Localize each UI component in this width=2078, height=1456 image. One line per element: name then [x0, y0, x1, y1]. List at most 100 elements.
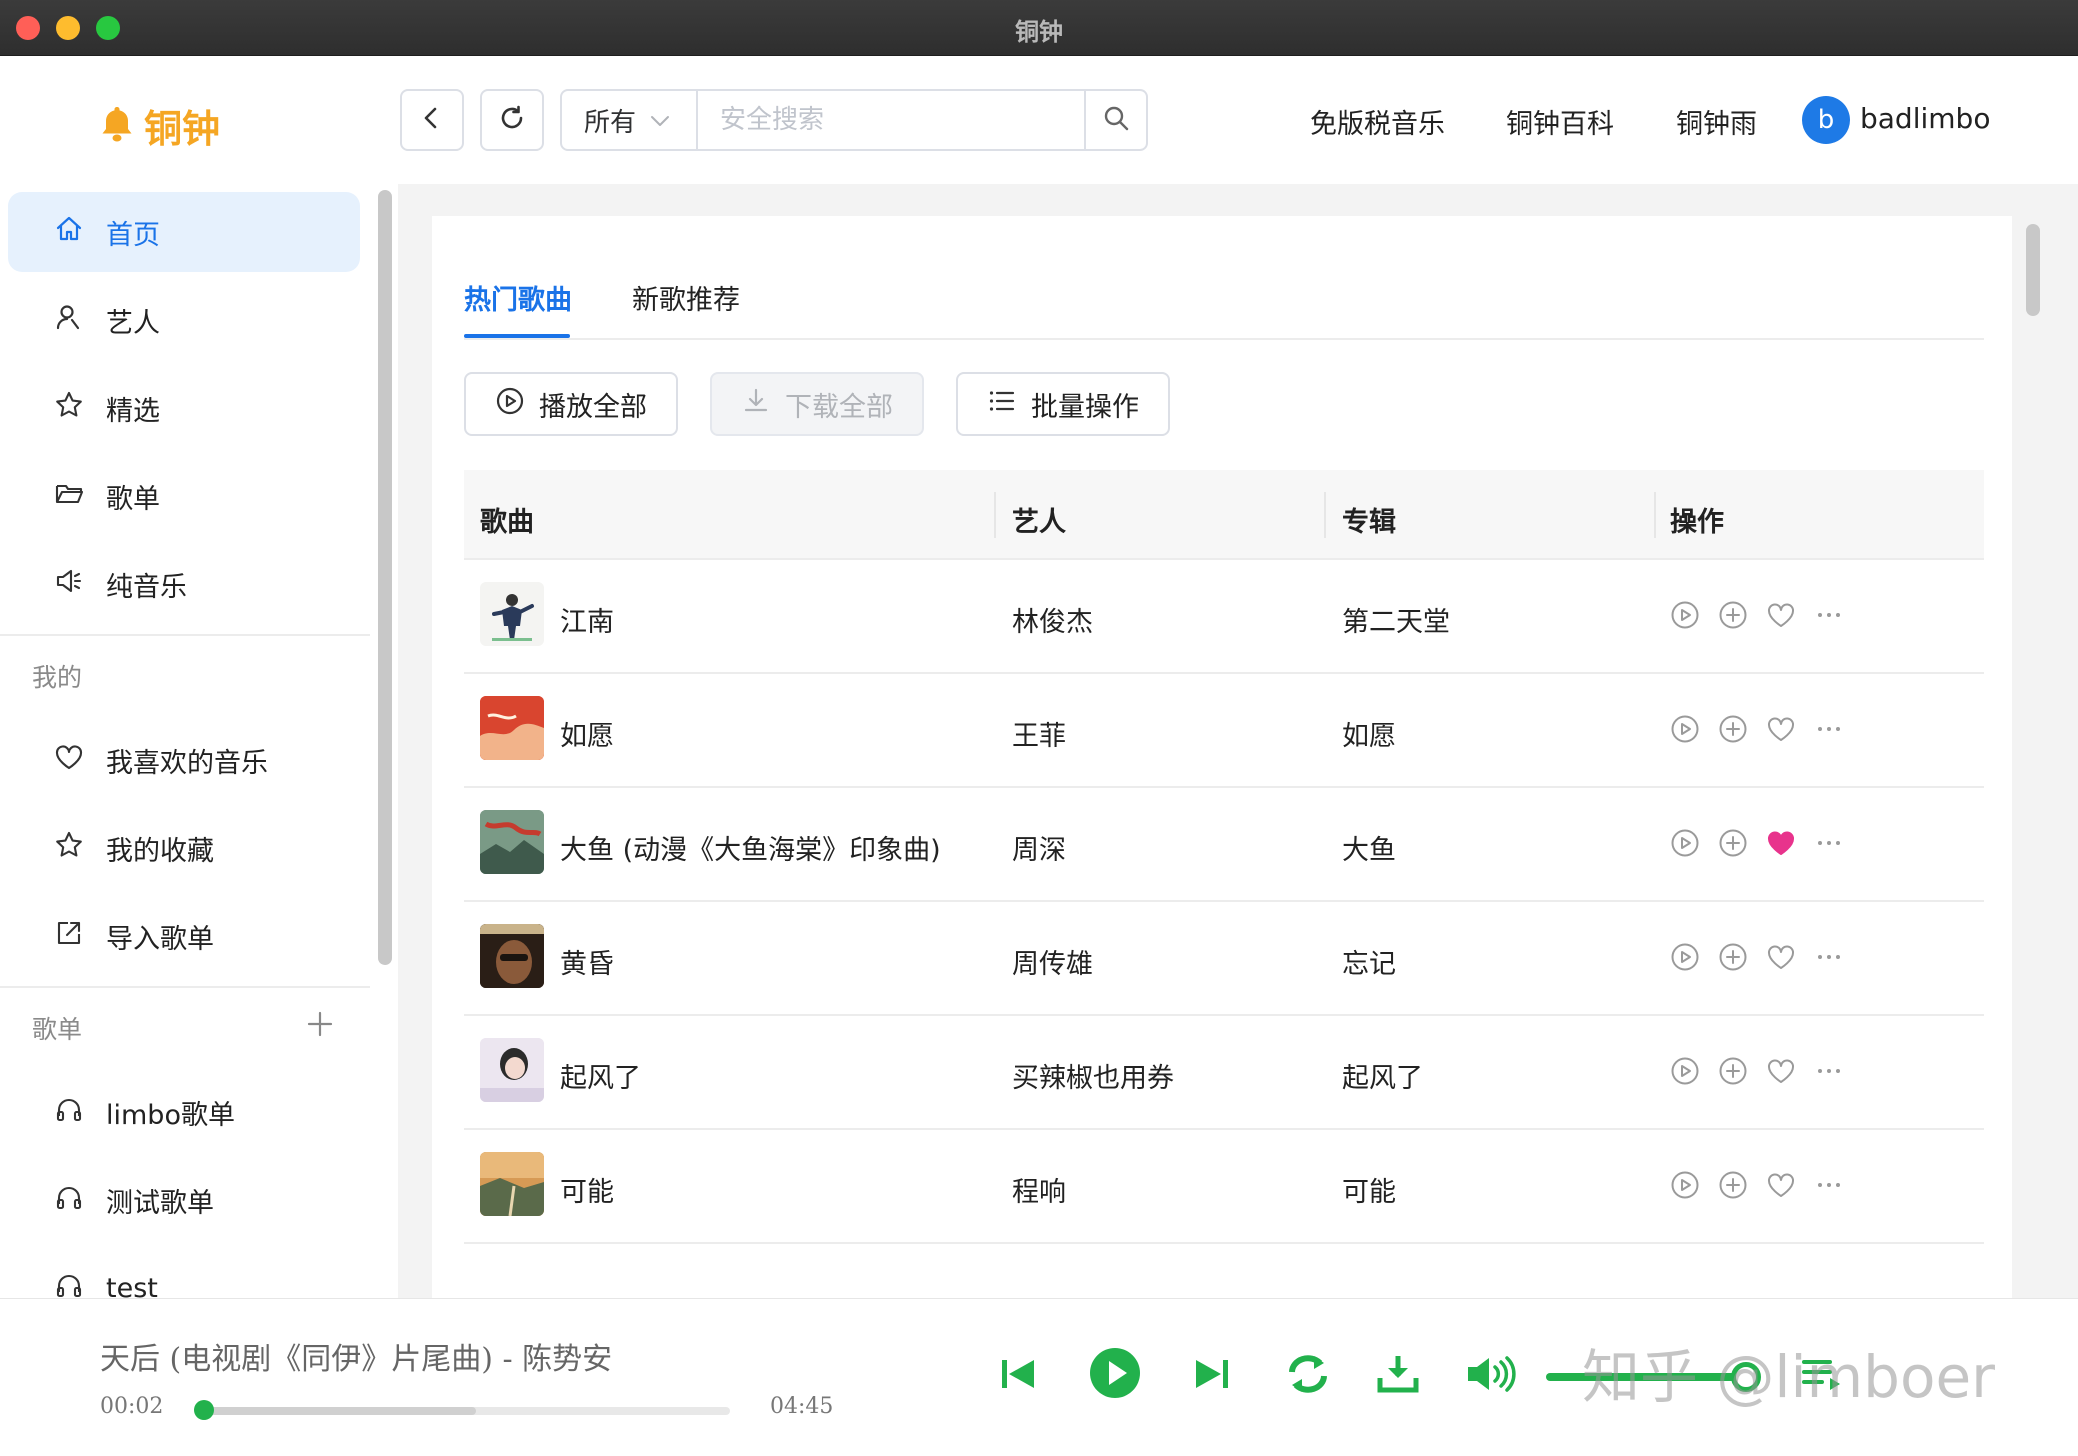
song-title[interactable]: 大鱼 (动漫《大鱼海棠》印象曲)	[560, 828, 941, 867]
song-title[interactable]: 起风了	[560, 1056, 641, 1095]
album-cover[interactable]	[480, 1038, 544, 1102]
add-icon[interactable]	[1718, 714, 1748, 748]
sidebar-item-featured[interactable]: 精选	[8, 368, 360, 448]
sidebar-item-import-playlist[interactable]: 导入歌单	[8, 896, 360, 976]
tab-hot-songs[interactable]: 热门歌曲	[464, 278, 572, 317]
previous-track-button[interactable]	[996, 1352, 1040, 1400]
more-icon[interactable]	[1814, 714, 1844, 748]
nav-link-royalty-free-music[interactable]: 免版税音乐	[1310, 102, 1445, 141]
play-icon[interactable]	[1670, 1056, 1700, 1090]
progress-handle[interactable]	[193, 1400, 214, 1420]
sidebar-item-label: limbo歌单	[106, 1099, 235, 1131]
sidebar-item-liked-music[interactable]: 我喜欢的音乐	[8, 720, 360, 800]
user-avatar[interactable]: b	[1802, 96, 1850, 144]
nav-link-rain[interactable]: 铜钟雨	[1676, 102, 1757, 141]
sidebar-item-playlists[interactable]: 歌单	[8, 456, 360, 536]
content-scrollbar[interactable]	[2026, 224, 2040, 316]
song-title[interactable]: 可能	[560, 1170, 614, 1209]
heart-icon	[54, 742, 84, 779]
song-title[interactable]: 黄昏	[560, 942, 614, 981]
column-header-song[interactable]: 歌曲	[480, 500, 534, 539]
download-all-button[interactable]: 下载全部	[710, 372, 924, 436]
volume-button[interactable]	[1464, 1352, 1518, 1400]
heart-filled-icon[interactable]	[1766, 828, 1796, 862]
add-icon[interactable]	[1718, 942, 1748, 976]
sidebar-item-playlist-test-cn[interactable]: 测试歌单	[8, 1160, 360, 1240]
sidebar-item-playlist-limbo[interactable]: limbo歌单	[8, 1072, 360, 1152]
heart-icon[interactable]	[1766, 714, 1796, 748]
song-artist[interactable]: 周深	[1012, 828, 1066, 867]
app-logo[interactable]: 铜钟	[100, 98, 220, 153]
song-artist[interactable]: 林俊杰	[1012, 600, 1093, 639]
song-artist[interactable]: 王菲	[1012, 714, 1066, 753]
song-album[interactable]: 忘记	[1342, 942, 1396, 981]
heart-icon[interactable]	[1766, 942, 1796, 976]
buffer-fill	[200, 1407, 476, 1415]
table-row[interactable]: 起风了 买辣椒也用券 起风了	[464, 1016, 1984, 1130]
song-artist[interactable]: 周传雄	[1012, 942, 1093, 981]
table-row[interactable]: 可能 程响 可能	[464, 1130, 1984, 1244]
play-button[interactable]	[1088, 1346, 1142, 1404]
album-cover[interactable]	[480, 1152, 544, 1216]
column-header-artist[interactable]: 艺人	[1012, 500, 1066, 539]
song-title[interactable]: 如愿	[560, 714, 614, 753]
column-header-album[interactable]: 专辑	[1342, 500, 1396, 539]
download-song-button[interactable]	[1376, 1352, 1420, 1400]
song-artist[interactable]: 买辣椒也用券	[1012, 1056, 1174, 1095]
table-row[interactable]: 黄昏 周传雄 忘记	[464, 902, 1984, 1016]
more-icon[interactable]	[1814, 828, 1844, 862]
refresh-button[interactable]	[480, 89, 544, 151]
heart-icon[interactable]	[1766, 600, 1796, 634]
album-cover[interactable]	[480, 696, 544, 760]
sidebar-item-label: 导入歌单	[106, 923, 214, 955]
sidebar-item-instrumental[interactable]: 纯音乐	[8, 544, 360, 624]
play-icon[interactable]	[1670, 1170, 1700, 1204]
more-icon[interactable]	[1814, 1170, 1844, 1204]
search-input[interactable]	[698, 91, 1084, 149]
sidebar-scrollbar[interactable]	[378, 190, 392, 965]
song-album[interactable]: 可能	[1342, 1170, 1396, 1209]
album-cover[interactable]	[480, 582, 544, 646]
search-scope-select[interactable]: 所有	[562, 91, 698, 149]
repeat-button[interactable]	[1284, 1352, 1332, 1400]
back-button[interactable]	[400, 89, 464, 151]
album-cover[interactable]	[480, 924, 544, 988]
album-cover[interactable]	[480, 810, 544, 874]
tab-new-songs[interactable]: 新歌推荐	[632, 278, 740, 317]
sidebar-item-favorites[interactable]: 我的收藏	[8, 808, 360, 888]
add-icon[interactable]	[1718, 600, 1748, 634]
song-album[interactable]: 大鱼	[1342, 828, 1396, 867]
table-row[interactable]: 如愿 王菲 如愿	[464, 674, 1984, 788]
more-icon[interactable]	[1814, 1056, 1844, 1090]
table-row[interactable]: 大鱼 (动漫《大鱼海棠》印象曲) 周深 大鱼	[464, 788, 1984, 902]
heart-icon[interactable]	[1766, 1056, 1796, 1090]
sidebar-item-artists[interactable]: 艺人	[8, 280, 360, 360]
search-button[interactable]	[1084, 91, 1146, 149]
play-all-button[interactable]: 播放全部	[464, 372, 678, 436]
play-icon[interactable]	[1670, 600, 1700, 634]
song-album[interactable]: 如愿	[1342, 714, 1396, 753]
nav-link-encyclopedia[interactable]: 铜钟百科	[1506, 102, 1614, 141]
sidebar-item-playlist-test[interactable]: test	[8, 1248, 360, 1298]
table-row[interactable]: 江南 林俊杰 第二天堂	[464, 560, 1984, 674]
progress-bar[interactable]	[200, 1407, 730, 1415]
add-icon[interactable]	[1718, 1056, 1748, 1090]
play-icon[interactable]	[1670, 714, 1700, 748]
song-artist[interactable]: 程响	[1012, 1170, 1066, 1209]
add-icon[interactable]	[1718, 1170, 1748, 1204]
song-album[interactable]: 起风了	[1342, 1056, 1423, 1095]
song-title[interactable]: 江南	[560, 600, 614, 639]
add-icon[interactable]	[1718, 828, 1748, 862]
heart-icon[interactable]	[1766, 1170, 1796, 1204]
more-icon[interactable]	[1814, 600, 1844, 634]
sidebar-item-label: 测试歌单	[106, 1187, 214, 1219]
play-icon[interactable]	[1670, 828, 1700, 862]
song-album[interactable]: 第二天堂	[1342, 600, 1450, 639]
play-icon[interactable]	[1670, 942, 1700, 976]
add-playlist-button[interactable]	[306, 1010, 334, 1042]
batch-operation-button[interactable]: 批量操作	[956, 372, 1170, 436]
next-track-button[interactable]	[1190, 1352, 1234, 1400]
user-name[interactable]: badlimbo	[1860, 102, 1990, 135]
sidebar-item-home[interactable]: 首页	[8, 192, 360, 272]
more-icon[interactable]	[1814, 942, 1844, 976]
